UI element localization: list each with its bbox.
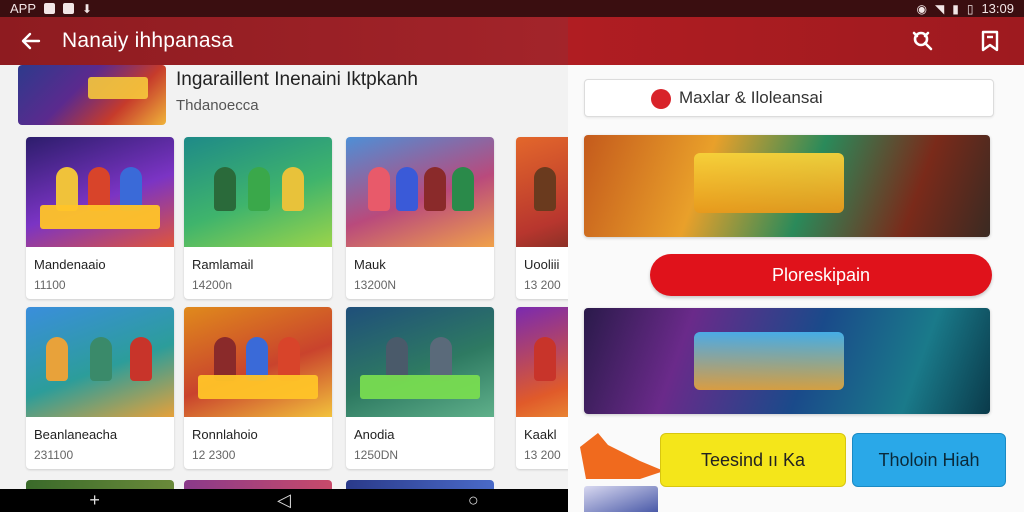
game-card-meta: 14200n (192, 278, 233, 292)
featured-subtitle: Thdanoecca (176, 97, 259, 114)
status-bar-right: ◉ ◥ ▮ ▯ 13:09 (917, 1, 1014, 16)
game-card-meta: 12 2300 (192, 448, 236, 462)
featured-thumbnail (18, 65, 166, 125)
game-card-name: Anodia (354, 427, 395, 442)
left-pane: Nanaiy ihhpanasa Ingaraillent Inenaini I… (0, 17, 568, 489)
battery-icon: ▯ (966, 1, 974, 16)
search-input[interactable]: Maxlar & Iloleansai (584, 79, 994, 117)
featured-title: Ingaraillent Inenaini Iktpkanh (176, 69, 418, 90)
promo-banner-logo (694, 332, 844, 390)
game-card[interactable]: Kaakl 13 200 (516, 307, 568, 469)
promo-banner[interactable] (584, 135, 990, 237)
signal-icon: ▮ (952, 1, 959, 16)
game-card-meta: 1250DN (354, 448, 399, 462)
partial-card[interactable] (184, 480, 332, 489)
game-card[interactable]: Mauk 13200N (346, 137, 494, 299)
game-card-art (26, 137, 174, 247)
game-card-meta: 11100 (34, 278, 66, 292)
download-icon: ⬇ (82, 1, 93, 16)
nav-add-button[interactable]: + (75, 489, 115, 512)
bookmark-button[interactable] (976, 27, 1004, 55)
promo-banner-logo (694, 153, 844, 213)
game-card-meta: 13 200 (524, 448, 561, 462)
primary-cta-button[interactable]: Ploreskipain (650, 254, 992, 296)
game-card-art (346, 307, 494, 417)
partial-card[interactable] (346, 480, 494, 489)
back-arrow-icon (21, 32, 41, 50)
game-card-meta: 13 200 (524, 278, 561, 292)
status-bar-left: APP ⬇ (10, 1, 92, 16)
search-input-value: Maxlar & Iloleansai (679, 88, 823, 107)
game-card-name: Uooliii (524, 257, 560, 272)
featured-item[interactable]: Ingaraillent Inenaini Iktpkanh Thdanoecc… (18, 65, 568, 125)
record-dot-icon (651, 89, 671, 109)
app-screen: APP ⬇ ◉ ◥ ▮ ▯ 13:09 Nanaiy ihhpanasa Ing… (0, 0, 1024, 512)
status-app-label: APP (10, 1, 37, 16)
yellow-action-button[interactable]: Teesind ıı Ka (660, 433, 846, 487)
status-bar: APP ⬇ ◉ ◥ ▮ ▯ 13:09 (0, 0, 1024, 17)
partial-thumbnail[interactable] (584, 486, 658, 512)
wifi-icon: ◥ (935, 1, 945, 16)
right-pane: Maxlar & Iloleansai Ploreskipain Teesind… (568, 17, 1024, 512)
featured-text: Ingaraillent Inenaini Iktpkanh Thdanoecc… (166, 65, 418, 125)
notification-icon (44, 3, 56, 14)
game-card-meta: 231100 (34, 448, 74, 462)
game-card[interactable]: Ronnlahoio 12 2300 (184, 307, 332, 469)
game-card-art (346, 137, 494, 247)
nav-back-button[interactable]: ◁ (264, 489, 304, 512)
game-card[interactable]: Ramlamail 14200n (184, 137, 332, 299)
nav-home-button[interactable]: ○ (453, 489, 493, 512)
game-card-art (26, 307, 174, 417)
game-card-name: Beanlaneacha (34, 427, 118, 442)
game-card[interactable]: Beanlaneacha 231100 (26, 307, 174, 469)
right-app-bar (568, 17, 1024, 65)
search-button[interactable] (908, 27, 936, 55)
media-icon (63, 3, 75, 14)
game-card-art (184, 137, 332, 247)
game-card-name: Mandenaaio (34, 257, 106, 272)
game-card-art (184, 307, 332, 417)
partial-card[interactable] (26, 480, 174, 489)
game-card-art (516, 137, 568, 247)
system-nav-bar: + ◁ ○ (0, 489, 568, 512)
blue-action-button[interactable]: Tholoin Hiah (852, 433, 1006, 487)
left-app-bar: Nanaiy ihhpanasa (0, 17, 568, 65)
game-card-name: Mauk (354, 257, 386, 272)
game-card-name: Ramlamail (192, 257, 254, 272)
game-card-art (516, 307, 568, 417)
back-button[interactable] (0, 17, 62, 65)
game-card[interactable]: Anodia 1250DN (346, 307, 494, 469)
page-title: Nanaiy ihhpanasa (62, 29, 234, 52)
game-card[interactable]: Uooliii 13 200 (516, 137, 568, 299)
bookmark-icon (981, 30, 999, 52)
game-card-name: Kaakl (524, 427, 557, 442)
location-icon: ◉ (916, 1, 927, 16)
status-time: 13:09 (981, 1, 1014, 16)
game-card-name: Ronnlahoio (192, 427, 258, 442)
game-card-meta: 13200N (354, 278, 397, 292)
pointer-arrow-icon (580, 433, 664, 479)
search-icon (912, 31, 933, 51)
promo-banner[interactable] (584, 308, 990, 414)
game-card[interactable]: Mandenaaio 11100 (26, 137, 174, 299)
